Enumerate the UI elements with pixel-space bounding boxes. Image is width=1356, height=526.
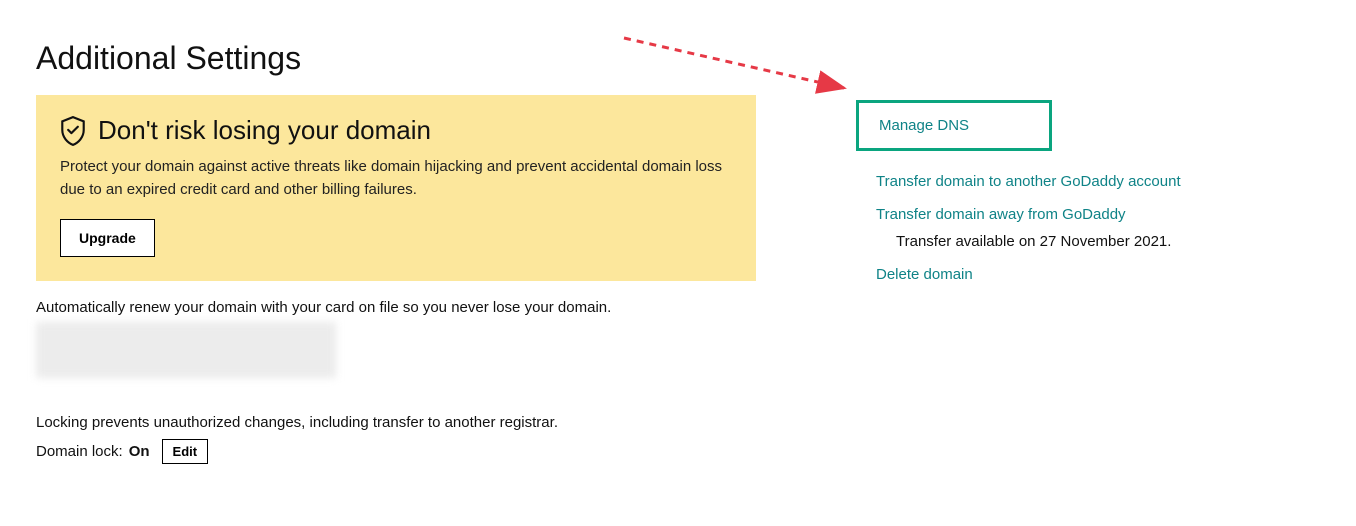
warning-banner: Don't risk losing your domain Protect yo…: [36, 95, 756, 281]
delete-domain-link[interactable]: Delete domain: [876, 266, 1296, 283]
shield-check-icon: [60, 116, 86, 146]
transfer-availability-note: Transfer available on 27 November 2021.: [896, 233, 1296, 250]
highlight-annotation: Manage DNS: [856, 100, 1052, 151]
auto-renew-text: Automatically renew your domain with you…: [36, 299, 756, 316]
warning-description: Protect your domain against active threa…: [60, 156, 732, 201]
domain-lock-status: On: [129, 443, 150, 460]
upgrade-button[interactable]: Upgrade: [60, 219, 155, 257]
warning-title: Don't risk losing your domain: [98, 115, 431, 146]
domain-lock-label: Domain lock:: [36, 443, 123, 460]
lock-description: Locking prevents unauthorized changes, i…: [36, 414, 756, 431]
page-title: Additional Settings: [36, 40, 756, 77]
transfer-away-link[interactable]: Transfer domain away from GoDaddy: [876, 206, 1126, 223]
transfer-account-link[interactable]: Transfer domain to another GoDaddy accou…: [876, 173, 1296, 190]
edit-lock-button[interactable]: Edit: [162, 439, 209, 464]
redacted-content: [36, 322, 336, 378]
manage-dns-link[interactable]: Manage DNS: [879, 117, 969, 134]
